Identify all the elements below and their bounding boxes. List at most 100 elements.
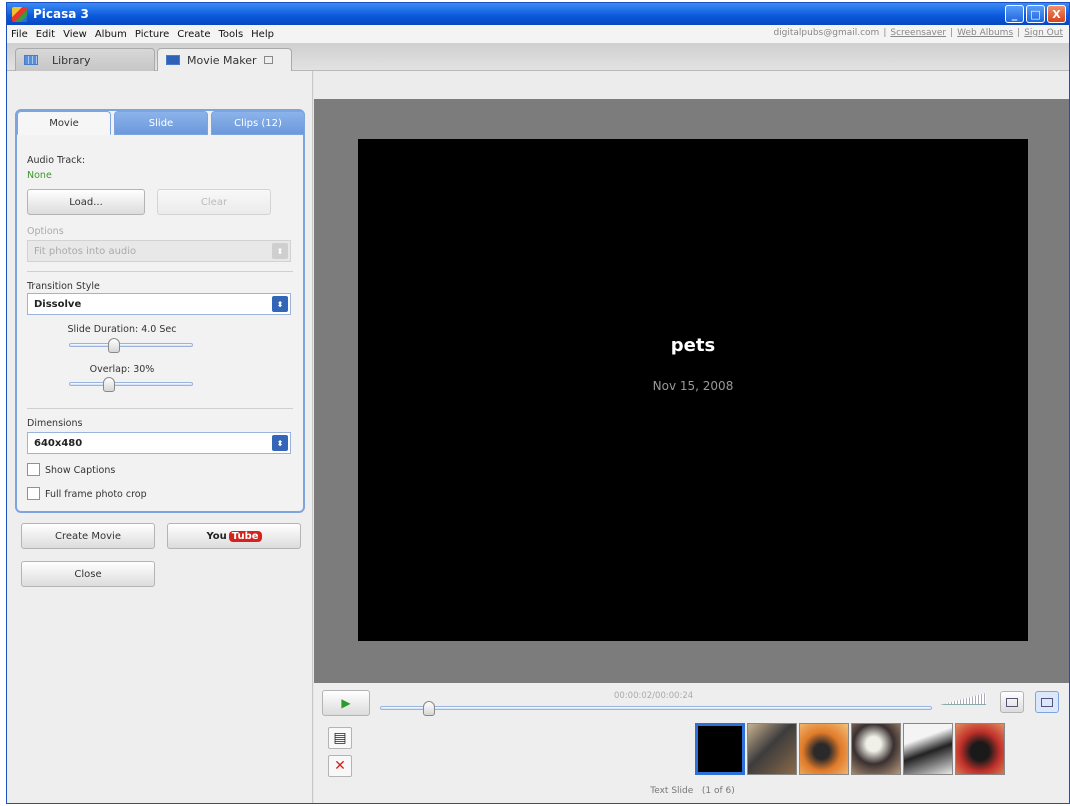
preview-area: pets Nov 15, 2008 ▶ 00:00:02/00:00:24 ▤ … xyxy=(314,71,1069,803)
film-icon xyxy=(166,55,180,65)
slider-thumb[interactable] xyxy=(108,338,121,353)
audio-track-label: Audio Track: xyxy=(27,155,86,166)
slide-type: Text Slide xyxy=(650,786,694,796)
slide-status: Text Slide (1 of 6) xyxy=(314,786,1069,796)
picasa-logo-icon xyxy=(12,6,27,22)
maximize-button[interactable]: □ xyxy=(1026,5,1045,23)
tab-clips[interactable]: Clips (12) xyxy=(211,111,305,135)
menu-view[interactable]: View xyxy=(59,29,91,40)
options-label: Options xyxy=(27,226,64,237)
dropdown-arrow-icon: ⬍ xyxy=(272,243,288,259)
slide-duration-slider[interactable] xyxy=(69,338,193,353)
screensaver-link[interactable]: Screensaver xyxy=(890,28,946,38)
clip-thumbnail[interactable] xyxy=(695,723,745,775)
full-frame-crop-label: Full frame photo crop xyxy=(45,489,147,500)
slide-date: Nov 15, 2008 xyxy=(652,379,734,393)
menu-album[interactable]: Album xyxy=(91,29,131,40)
volume-icon[interactable] xyxy=(940,693,986,705)
clip-thumbnail[interactable] xyxy=(955,723,1005,775)
actual-size-icon xyxy=(1041,697,1053,707)
fit-view-icon xyxy=(1006,697,1018,707)
overlap-label: Overlap: 30% xyxy=(89,364,155,375)
timeline-thumb[interactable] xyxy=(423,701,436,716)
delete-icon: ✕ xyxy=(334,758,346,774)
clip-thumbnail[interactable] xyxy=(851,723,901,775)
clip-thumbnail[interactable] xyxy=(799,723,849,775)
slide-title: pets xyxy=(670,335,716,356)
title-bar: Picasa 3 _ □ X xyxy=(7,3,1069,25)
divider xyxy=(27,408,293,409)
timecode: 00:00:02/00:00:24 xyxy=(614,691,694,701)
menu-picture[interactable]: Picture xyxy=(131,29,173,40)
transition-style-label: Transition Style xyxy=(27,281,100,292)
window-title: Picasa 3 xyxy=(33,7,89,21)
delete-slide-button[interactable]: ✕ xyxy=(328,755,352,777)
play-icon: ▶ xyxy=(341,696,351,710)
dropdown-arrow-icon: ⬍ xyxy=(272,435,288,451)
fit-view-button[interactable] xyxy=(1000,691,1024,713)
dimensions-select[interactable]: 640x480 ⬍ xyxy=(27,432,291,454)
divider xyxy=(27,271,293,272)
dropdown-arrow-icon: ⬍ xyxy=(272,296,288,312)
account-email: digitalpubs@gmail.com xyxy=(773,28,880,38)
timeline-slider[interactable] xyxy=(380,701,932,716)
account-bar: digitalpubs@gmail.com | Screensaver | Web Al… xyxy=(773,28,1063,38)
slide-count: (1 of 6) xyxy=(701,786,735,796)
window-controls: _ □ X xyxy=(1005,5,1066,23)
close-button[interactable]: Close xyxy=(21,561,155,587)
menu-file[interactable]: File xyxy=(7,29,32,40)
close-window-button[interactable]: X xyxy=(1047,5,1066,23)
picasa-window: Picasa 3 _ □ X File Edit View Album Pict… xyxy=(6,2,1070,804)
settings-tabs: Movie Slide Clips (12) xyxy=(17,111,305,135)
actual-size-button[interactable] xyxy=(1035,691,1059,713)
dimensions-value: 640x480 xyxy=(34,437,83,449)
preview-stage: pets Nov 15, 2008 xyxy=(314,99,1069,683)
transition-style-select[interactable]: Dissolve ⬍ xyxy=(27,293,291,315)
tab-movie-maker[interactable]: Movie Maker xyxy=(157,48,292,71)
play-button[interactable]: ▶ xyxy=(322,690,370,716)
menu-create[interactable]: Create xyxy=(173,29,214,40)
slide-duration-label: Slide Duration: 4.0 Sec xyxy=(67,324,177,335)
sign-out-link[interactable]: Sign Out xyxy=(1024,28,1063,38)
slider-track xyxy=(69,343,193,347)
playback-controls: ▶ 00:00:02/00:00:24 ▤ ✕ Text Slide (1 of… xyxy=(314,683,1069,803)
library-icon xyxy=(24,55,38,65)
slider-thumb[interactable] xyxy=(102,377,115,392)
tab-movie-maker-label: Movie Maker xyxy=(187,53,257,67)
slider-track xyxy=(69,382,193,386)
tab-close-icon[interactable] xyxy=(263,56,273,64)
menu-help[interactable]: Help xyxy=(247,29,278,40)
dimensions-label: Dimensions xyxy=(27,418,83,429)
clear-button[interactable]: Clear xyxy=(157,189,271,215)
youtube-upload-button[interactable]: You Tube xyxy=(167,523,301,549)
view-tab-row: Library Movie Maker xyxy=(7,43,1069,71)
create-movie-button[interactable]: Create Movie xyxy=(21,523,155,549)
options-select[interactable]: Fit photos into audio ⬍ xyxy=(27,240,291,262)
movie-settings-panel: Movie Slide Clips (12) Audio Track: None… xyxy=(7,71,313,803)
clip-thumbnail[interactable] xyxy=(903,723,953,775)
clip-strip xyxy=(695,723,1005,775)
options-value: Fit photos into audio xyxy=(34,245,137,257)
tab-library[interactable]: Library xyxy=(15,48,155,71)
clip-thumbnail[interactable] xyxy=(747,723,797,775)
text-slide-icon: ▤ xyxy=(333,730,347,746)
minimize-button[interactable]: _ xyxy=(1005,5,1024,23)
tab-slide[interactable]: Slide xyxy=(114,111,208,135)
transition-style-value: Dissolve xyxy=(34,298,82,310)
show-captions-checkbox[interactable] xyxy=(27,463,40,476)
load-button[interactable]: Load... xyxy=(27,189,145,215)
menu-edit[interactable]: Edit xyxy=(32,29,59,40)
tab-library-label: Library xyxy=(52,53,91,67)
full-frame-crop-checkbox[interactable] xyxy=(27,487,40,500)
audio-track-value: None xyxy=(27,170,52,181)
timeline-track xyxy=(380,706,932,710)
overlap-slider[interactable] xyxy=(69,377,193,392)
web-albums-link[interactable]: Web Albums xyxy=(957,28,1013,38)
show-captions-label: Show Captions xyxy=(45,465,116,476)
add-text-slide-button[interactable]: ▤ xyxy=(328,727,352,749)
video-preview[interactable]: pets Nov 15, 2008 xyxy=(358,139,1028,641)
tab-movie[interactable]: Movie xyxy=(17,111,111,135)
menu-tools[interactable]: Tools xyxy=(215,29,248,40)
menu-bar: File Edit View Album Picture Create Tool… xyxy=(7,25,1069,43)
youtube-logo: You Tube xyxy=(206,530,262,542)
